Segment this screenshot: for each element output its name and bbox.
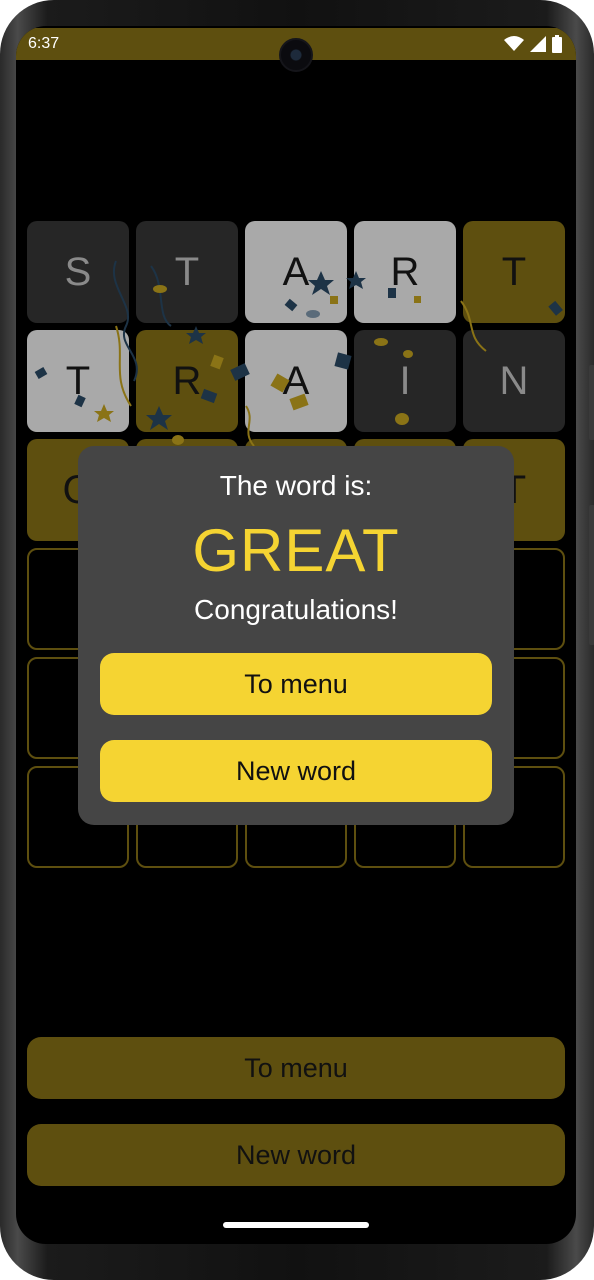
- phone-frame: 6:37 STARTTRAINGT: [0, 0, 594, 1280]
- letter-tile: I: [354, 330, 456, 432]
- letter-tile: T: [136, 221, 238, 323]
- letter-tile: T: [27, 330, 129, 432]
- power-button: [589, 505, 594, 645]
- home-indicator[interactable]: [223, 1222, 369, 1228]
- dialog-title: The word is:: [219, 470, 373, 501]
- front-camera: [279, 38, 313, 72]
- letter-tile: A: [245, 330, 347, 432]
- new-word-button[interactable]: New word: [100, 740, 492, 802]
- volume-button: [589, 365, 594, 440]
- to-menu-button[interactable]: To menu: [100, 653, 492, 715]
- letter-tile: A: [245, 221, 347, 323]
- new-word-button-background: New word: [27, 1124, 565, 1186]
- letter-tile: R: [136, 330, 238, 432]
- battery-icon: [552, 35, 562, 53]
- letter-tile: S: [27, 221, 129, 323]
- letter-tile: N: [463, 330, 565, 432]
- to-menu-button-background: To menu: [27, 1037, 565, 1099]
- letter-tile: T: [463, 221, 565, 323]
- congratulations-text: Congratulations!: [194, 594, 398, 625]
- status-icons: [504, 35, 562, 53]
- cellular-icon: [530, 36, 546, 52]
- wifi-icon: [504, 36, 524, 51]
- status-time: 6:37: [28, 35, 60, 52]
- screen: 6:37 STARTTRAINGT: [16, 26, 576, 1244]
- result-dialog: The word is: GREAT Congratulations! To m…: [78, 446, 514, 825]
- answer-word: GREAT: [192, 517, 400, 584]
- letter-tile: R: [354, 221, 456, 323]
